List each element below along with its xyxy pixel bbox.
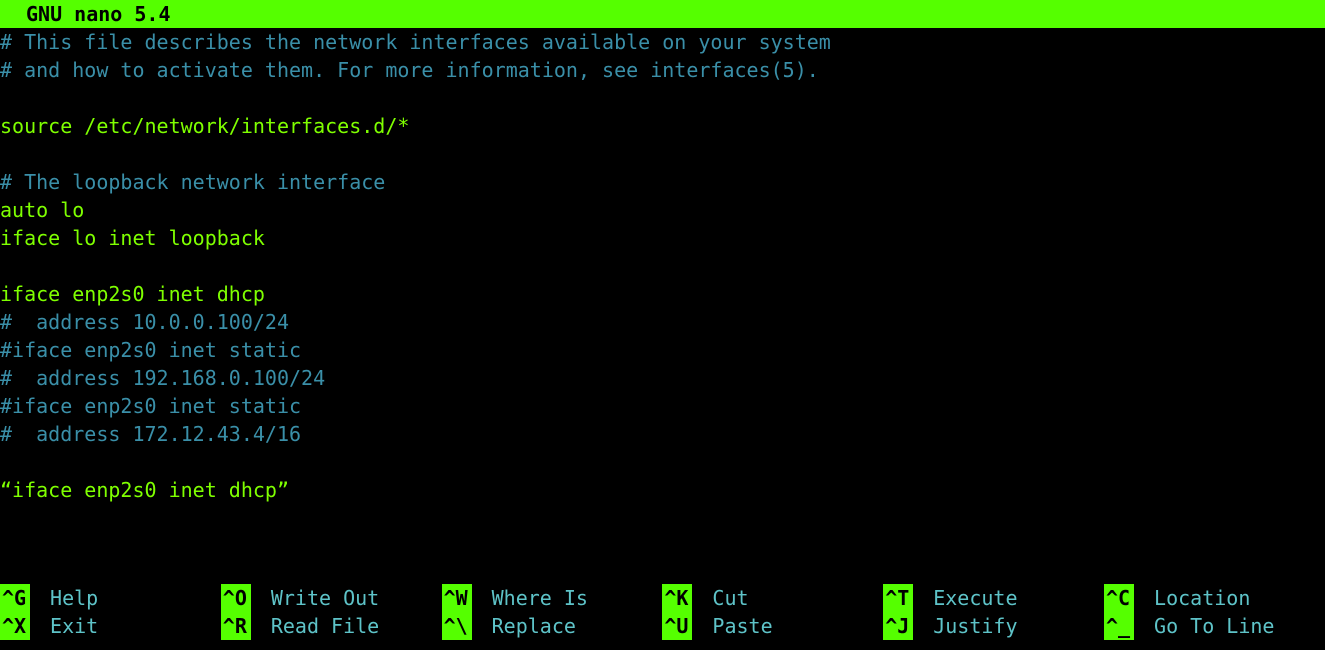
- shortcut-desc: Exit: [30, 612, 98, 640]
- shortcut-key: ^K: [662, 584, 692, 612]
- shortcut-desc: Justify: [913, 612, 1017, 640]
- nano-app-name: GNU nano 5.4: [0, 0, 171, 28]
- shortcut-desc: Paste: [692, 612, 772, 640]
- shortcut-justify[interactable]: ^J Justify: [883, 612, 1104, 640]
- shortcut-cut[interactable]: ^K Cut: [662, 584, 883, 612]
- editor-line-16[interactable]: “iface enp2s0 inet dhcp”: [0, 476, 1325, 504]
- shortcut-key: ^X: [0, 612, 30, 640]
- editor-line-8[interactable]: [0, 252, 1325, 280]
- shortcut-key: ^U: [662, 612, 692, 640]
- shortcut-help[interactable]: ^G Help: [0, 584, 221, 612]
- editor-line-13[interactable]: #iface enp2s0 inet static: [0, 392, 1325, 420]
- editor-line-5[interactable]: # The loopback network interface: [0, 168, 1325, 196]
- editor-line-12[interactable]: # address 192.168.0.100/24: [0, 364, 1325, 392]
- shortcut-desc: Replace: [472, 612, 576, 640]
- shortcut-write-out[interactable]: ^O Write Out: [221, 584, 442, 612]
- shortcut-key: ^J: [883, 612, 913, 640]
- shortcut-go-to-line[interactable]: ^_ Go To Line: [1104, 612, 1325, 640]
- shortcut-read-file[interactable]: ^R Read File: [221, 612, 442, 640]
- shortcut-key: ^T: [883, 584, 913, 612]
- shortcut-desc: Go To Line: [1134, 612, 1274, 640]
- nano-terminal: GNU nano 5.4 /etc/network/interfaces # T…: [0, 0, 1325, 650]
- shortcut-desc: Read File: [251, 612, 379, 640]
- shortcut-row-2: ^X Exit^R Read File^\ Replace^U Paste^J …: [0, 612, 1325, 640]
- editor-line-9[interactable]: iface enp2s0 inet dhcp: [0, 280, 1325, 308]
- shortcut-exit[interactable]: ^X Exit: [0, 612, 221, 640]
- shortcut-desc: Cut: [692, 584, 748, 612]
- shortcut-key: ^_: [1104, 612, 1134, 640]
- shortcut-paste[interactable]: ^U Paste: [662, 612, 883, 640]
- shortcut-key: ^C: [1104, 584, 1134, 612]
- shortcut-execute[interactable]: ^T Execute: [883, 584, 1104, 612]
- shortcut-key: ^R: [221, 612, 251, 640]
- shortcut-row-1: ^G Help^O Write Out^W Where Is^K Cut^T E…: [0, 584, 1325, 612]
- shortcut-desc: Where Is: [472, 584, 588, 612]
- shortcut-key: ^W: [442, 584, 472, 612]
- shortcut-desc: Help: [30, 584, 98, 612]
- shortcut-desc: Location: [1134, 584, 1250, 612]
- shortcut-key: ^O: [221, 584, 251, 612]
- shortcut-bar: ^G Help^O Write Out^W Where Is^K Cut^T E…: [0, 584, 1325, 640]
- editor-line-10[interactable]: # address 10.0.0.100/24: [0, 308, 1325, 336]
- shortcut-desc: Write Out: [251, 584, 379, 612]
- nano-filename: /etc/network/interfaces: [0, 84, 1325, 112]
- editor-line-14[interactable]: # address 172.12.43.4/16: [0, 420, 1325, 448]
- shortcut-where-is[interactable]: ^W Where Is: [442, 584, 663, 612]
- editor-line-6[interactable]: auto lo: [0, 196, 1325, 224]
- shortcut-key: ^\: [442, 612, 472, 640]
- editor-line-15[interactable]: [0, 448, 1325, 476]
- shortcut-key: ^G: [0, 584, 30, 612]
- editor-line-11[interactable]: #iface enp2s0 inet static: [0, 336, 1325, 364]
- shortcut-desc: Execute: [913, 584, 1017, 612]
- shortcut-replace[interactable]: ^\ Replace: [442, 612, 663, 640]
- shortcut-location[interactable]: ^C Location: [1104, 584, 1325, 612]
- editor-line-7[interactable]: iface lo inet loopback: [0, 224, 1325, 252]
- nano-titlebar: GNU nano 5.4 /etc/network/interfaces: [0, 0, 1325, 28]
